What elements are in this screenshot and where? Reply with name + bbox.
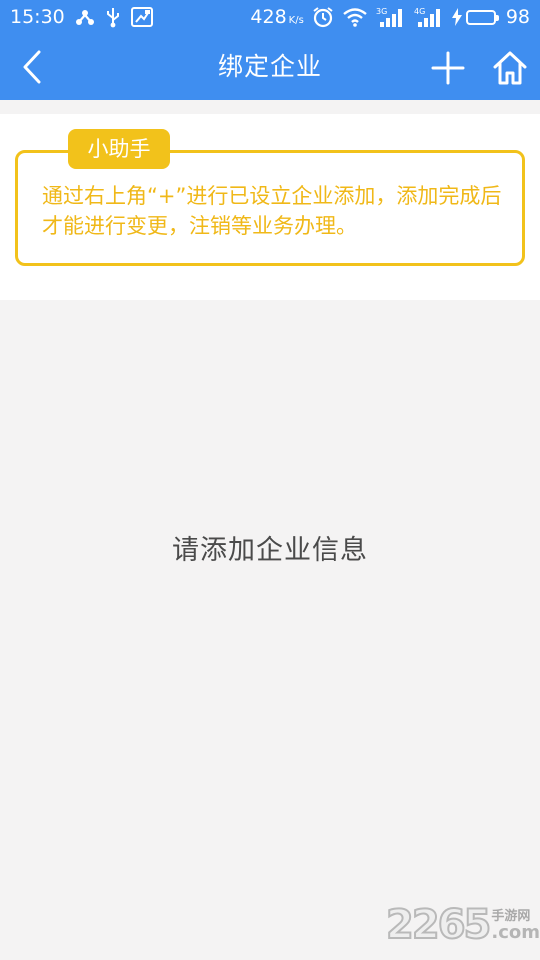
helper-tag: 小助手 xyxy=(68,129,170,169)
usb-icon xyxy=(105,6,121,28)
add-enterprise-button[interactable] xyxy=(430,50,466,86)
signal-2-label: 4G xyxy=(414,7,425,16)
home-icon xyxy=(493,51,527,85)
net-speed: 428 K/s xyxy=(250,6,303,28)
charging-icon xyxy=(451,8,462,26)
watermark-side: 手游网 .com xyxy=(491,905,540,942)
signal-icon: 4G xyxy=(414,6,444,28)
signal-1-label: 3G xyxy=(376,7,387,16)
plus-icon xyxy=(431,51,465,85)
screenshot-icon xyxy=(130,7,153,27)
home-button[interactable] xyxy=(490,48,530,88)
battery-indicator: 98 xyxy=(451,6,530,28)
usb-tether-icon xyxy=(75,7,95,27)
status-bar: 15:30 428 K/s 3G 4G 98 xyxy=(0,0,540,34)
helper-panel: 通过右上角“+”进行已设立企业添加，添加完成后才能进行变更，注销等业务办理。 小… xyxy=(0,114,540,300)
helper-message: 通过右上角“+”进行已设立企业添加，添加完成后才能进行变更，注销等业务办理。 xyxy=(42,184,502,238)
battery-icon xyxy=(465,9,499,25)
wifi-icon xyxy=(342,7,368,27)
watermark-domain: .com xyxy=(491,922,540,943)
app-bar: 绑定企业 xyxy=(0,34,540,100)
empty-state-message: 请添加企业信息 xyxy=(172,535,368,566)
net-speed-unit: K/s xyxy=(288,15,304,26)
alarm-icon xyxy=(312,6,334,28)
chevron-left-icon xyxy=(23,50,41,84)
signal-icon: 3G xyxy=(376,6,406,28)
status-time: 15:30 xyxy=(10,6,65,28)
site-watermark: 2265 手游网 .com xyxy=(385,901,540,949)
watermark-number: 2265 xyxy=(385,901,492,949)
net-speed-value: 428 xyxy=(250,6,287,28)
back-button[interactable] xyxy=(14,48,50,86)
battery-level: 98 xyxy=(505,6,530,28)
